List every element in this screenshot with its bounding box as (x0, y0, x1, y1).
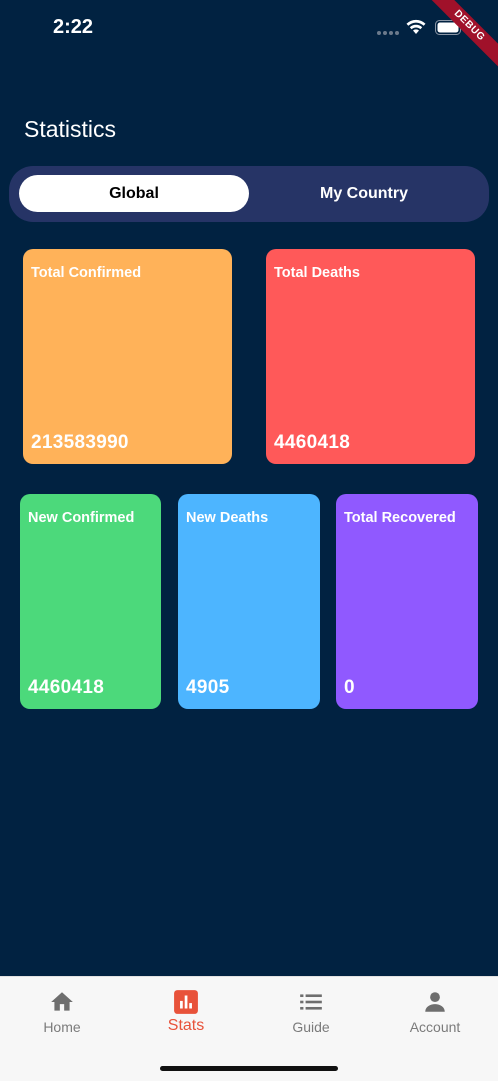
person-icon (425, 992, 445, 1012)
nav-guide[interactable]: Guide (261, 989, 361, 1035)
region-toggle: Global My Country (9, 166, 489, 222)
list-icon (300, 994, 322, 1010)
total-deaths-card: Total Deaths 4460418 (266, 249, 475, 464)
card-label: Total Confirmed (31, 265, 142, 281)
nav-label: Stats (167, 1017, 205, 1034)
card-value: 4460418 (28, 677, 105, 698)
card-value: 4460418 (274, 432, 351, 453)
home-icon (51, 992, 73, 1011)
cellular-signal-icon (377, 31, 399, 35)
new-deaths-card: New Deaths 4905 (178, 494, 320, 709)
card-value: 213583990 (31, 432, 129, 453)
total-recovered-card: Total Recovered 0 (336, 494, 478, 709)
status-time: 2:22 (53, 16, 94, 38)
card-label: Total Recovered (344, 510, 456, 526)
bar-chart-icon (174, 990, 198, 1014)
debug-banner: DEBUG (418, 0, 498, 80)
home-indicator (160, 1066, 338, 1071)
tab-global[interactable]: Global (19, 175, 249, 212)
card-label: Total Deaths (274, 265, 360, 281)
nav-account[interactable]: Account (385, 989, 485, 1035)
nav-label: Guide (292, 1019, 330, 1035)
new-confirmed-card: New Confirmed 4460418 (20, 494, 161, 709)
tab-my-country[interactable]: My Country (249, 175, 479, 212)
total-confirmed-card: Total Confirmed 213583990 (23, 249, 232, 464)
nav-label: Account (409, 1019, 461, 1035)
card-value: 4905 (186, 677, 230, 698)
card-value: 0 (344, 677, 355, 698)
nav-stats[interactable]: Stats (136, 989, 236, 1035)
status-bar: 2:22 DEBUG (0, 0, 498, 71)
card-label: New Deaths (186, 510, 269, 526)
nav-label: Home (43, 1019, 81, 1035)
page-title: Statistics (24, 116, 117, 142)
nav-home[interactable]: Home (12, 989, 112, 1035)
card-label: New Confirmed (28, 510, 135, 526)
